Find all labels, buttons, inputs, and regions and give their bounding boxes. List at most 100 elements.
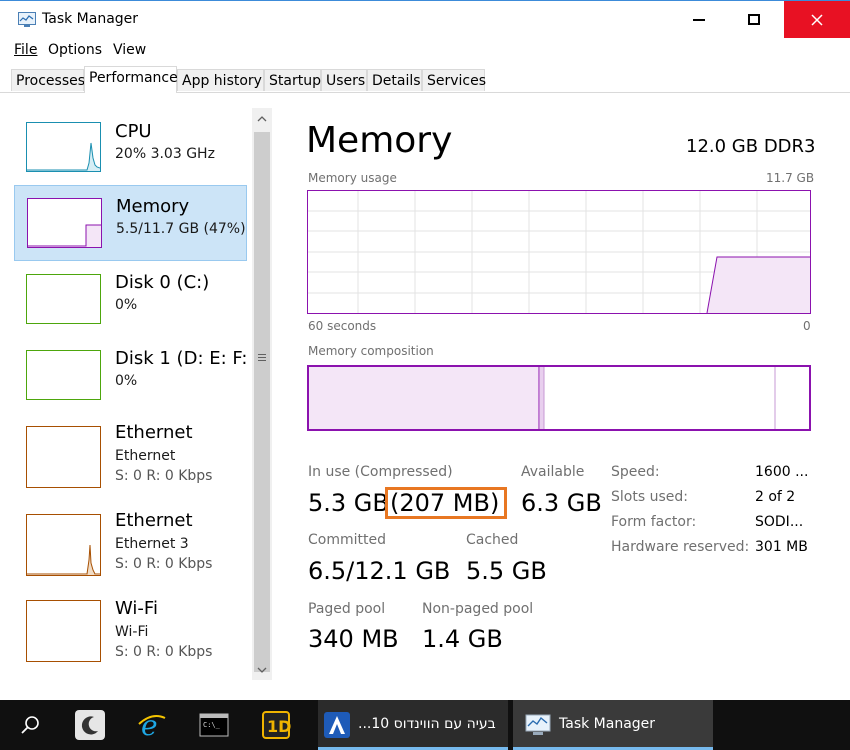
- slots-used-value: 2 of 2: [755, 489, 796, 505]
- maximize-button[interactable]: [725, 1, 783, 38]
- hardware-reserved-label: Hardware reserved:: [611, 539, 750, 555]
- sidebar-item-throughput: S: 0 R: 0 Kbps: [115, 468, 213, 484]
- forum-icon: [324, 712, 350, 738]
- cpu-thumbnail-graph: [26, 122, 101, 172]
- time-span-label: 60 seconds: [308, 319, 377, 333]
- task-manager-app-icon: [18, 12, 36, 27]
- sidebar-item-disk-1[interactable]: Disk 1 (D: E: F: G 0%: [14, 338, 250, 414]
- svg-text:C:\_: C:\_: [203, 721, 221, 729]
- taskbar-app-cmd[interactable]: C:\_: [184, 700, 244, 750]
- tab-app-history[interactable]: App history: [177, 69, 264, 91]
- memory-thumbnail-graph: [27, 198, 102, 248]
- tab-bar: Processes Performance App history Startu…: [0, 64, 850, 93]
- ethernet-thumbnail-graph: [26, 514, 101, 576]
- memory-composition-label: Memory composition: [308, 344, 434, 358]
- form-factor-label: Form factor:: [611, 514, 697, 530]
- cached-label: Cached: [466, 532, 519, 548]
- memory-spec: 12.0 GB DDR3: [686, 136, 816, 157]
- scroll-up-button[interactable]: [252, 108, 272, 130]
- sidebar-item-adapter: Ethernet 3: [115, 536, 189, 552]
- minimize-button[interactable]: [670, 1, 728, 38]
- sidebar-item-value: 20% 3.03 GHz: [115, 146, 215, 162]
- paged-pool-label: Paged pool: [308, 601, 386, 617]
- tab-startup[interactable]: Startup: [264, 69, 321, 91]
- chevron-up-icon: [257, 116, 267, 122]
- tab-performance[interactable]: Performance: [84, 66, 178, 93]
- disk-thumbnail-graph: [26, 274, 101, 324]
- committed-value: 6.5/12.1 GB: [308, 557, 451, 585]
- speed-label: Speed:: [611, 464, 660, 480]
- scroll-thumb[interactable]: [254, 132, 270, 672]
- taskbar-window-task-manager[interactable]: Task Manager: [513, 700, 713, 750]
- search-button[interactable]: [0, 700, 60, 750]
- sidebar-scrollbar[interactable]: [252, 108, 272, 680]
- page-title: Memory: [306, 120, 453, 161]
- cached-value: 5.5 GB: [466, 557, 547, 585]
- tab-services[interactable]: Services: [422, 69, 486, 91]
- memory-usage-max: 11.7 GB: [766, 171, 815, 185]
- sidebar-item-cpu[interactable]: CPU 20% 3.03 GHz: [14, 110, 247, 186]
- speed-value: 1600 ...: [755, 464, 809, 480]
- compressed-value: (207 MB): [390, 489, 500, 517]
- sidebar-item-label: Disk 1 (D: E: F: G: [115, 348, 250, 369]
- taskbar-app-1d[interactable]: 1D: [246, 700, 306, 750]
- disk-thumbnail-graph: [26, 350, 101, 400]
- svg-text:1D: 1D: [267, 717, 291, 736]
- sidebar-item-wifi[interactable]: Wi-Fi Wi-Fi S: 0 R: 0 Kbps: [14, 590, 247, 674]
- menu-view[interactable]: View: [113, 42, 146, 58]
- committed-label: Committed: [308, 532, 386, 548]
- hardware-reserved-value: 301 MB: [755, 539, 808, 555]
- sidebar-item-ethernet[interactable]: Ethernet Ethernet S: 0 R: 0 Kbps: [14, 414, 247, 498]
- slots-used-label: Slots used:: [611, 489, 688, 505]
- grip-icon: [258, 354, 266, 361]
- taskbar-window-label: Task Manager: [559, 716, 656, 732]
- available-label: Available: [521, 464, 585, 480]
- sidebar-item-label: Ethernet: [115, 422, 193, 443]
- internet-explorer-icon: e: [138, 710, 166, 740]
- taskbar-app-moon[interactable]: [60, 700, 120, 750]
- menu-file[interactable]: File: [14, 42, 37, 58]
- close-icon: [811, 13, 823, 26]
- taskbar: e C:\_ 1D ...בעיה עם הווינדוס 10 Task Ma…: [0, 700, 850, 750]
- tab-processes[interactable]: Processes: [11, 69, 85, 91]
- search-icon: [21, 716, 39, 734]
- form-factor-value: SODI...: [755, 514, 804, 530]
- sidebar-item-memory[interactable]: Memory 5.5/11.7 GB (47%): [14, 185, 247, 261]
- sidebar-item-ethernet-3[interactable]: Ethernet Ethernet 3 S: 0 R: 0 Kbps: [14, 502, 247, 586]
- sidebar-item-adapter: Wi-Fi: [115, 624, 149, 640]
- taskbar-window-forum[interactable]: ...בעיה עם הווינדוס 10: [318, 700, 508, 750]
- chevron-down-icon: [257, 667, 267, 673]
- sidebar-item-value: 0%: [115, 373, 138, 389]
- minimize-icon: [693, 18, 705, 21]
- scroll-down-button[interactable]: [252, 660, 272, 680]
- sidebar-item-value: 0%: [115, 297, 138, 313]
- sidebar-item-disk-0[interactable]: Disk 0 (C:) 0%: [14, 262, 247, 338]
- memory-composition-bar: [307, 365, 811, 431]
- memory-usage-label: Memory usage: [308, 171, 397, 185]
- taskbar-app-ie[interactable]: e: [122, 700, 182, 750]
- close-button[interactable]: [784, 1, 850, 38]
- wifi-thumbnail-graph: [26, 600, 101, 662]
- in-use-value: 5.3 GB: [308, 489, 389, 517]
- sidebar-item-throughput: S: 0 R: 0 Kbps: [115, 644, 213, 660]
- ethernet-thumbnail-graph: [26, 426, 101, 488]
- paged-pool-value: 340 MB: [308, 625, 399, 653]
- menu-options[interactable]: Options: [48, 42, 102, 58]
- moon-icon: [75, 710, 105, 740]
- available-value: 6.3 GB: [521, 489, 602, 517]
- sidebar-item-label: CPU: [115, 121, 152, 142]
- title-bar: Task Manager: [0, 0, 850, 38]
- sidebar-item-label: Disk 0 (C:): [115, 272, 210, 293]
- in-use-label: In use (Compressed): [308, 464, 453, 480]
- maximize-icon: [748, 14, 760, 25]
- non-paged-pool-value: 1.4 GB: [422, 625, 503, 653]
- tab-details[interactable]: Details: [367, 69, 422, 91]
- time-zero-label: 0: [803, 319, 811, 333]
- command-prompt-icon: C:\_: [199, 713, 229, 737]
- menu-bar: File Options View: [0, 38, 850, 62]
- tab-users[interactable]: Users: [321, 69, 367, 91]
- memory-usage-graph: [307, 190, 811, 314]
- taskbar-window-label: ...בעיה עם הווינדוס 10: [358, 716, 496, 732]
- resource-list: CPU 20% 3.03 GHz Memory 5.5/11.7 GB (47%…: [14, 104, 250, 684]
- sidebar-item-throughput: S: 0 R: 0 Kbps: [115, 556, 213, 572]
